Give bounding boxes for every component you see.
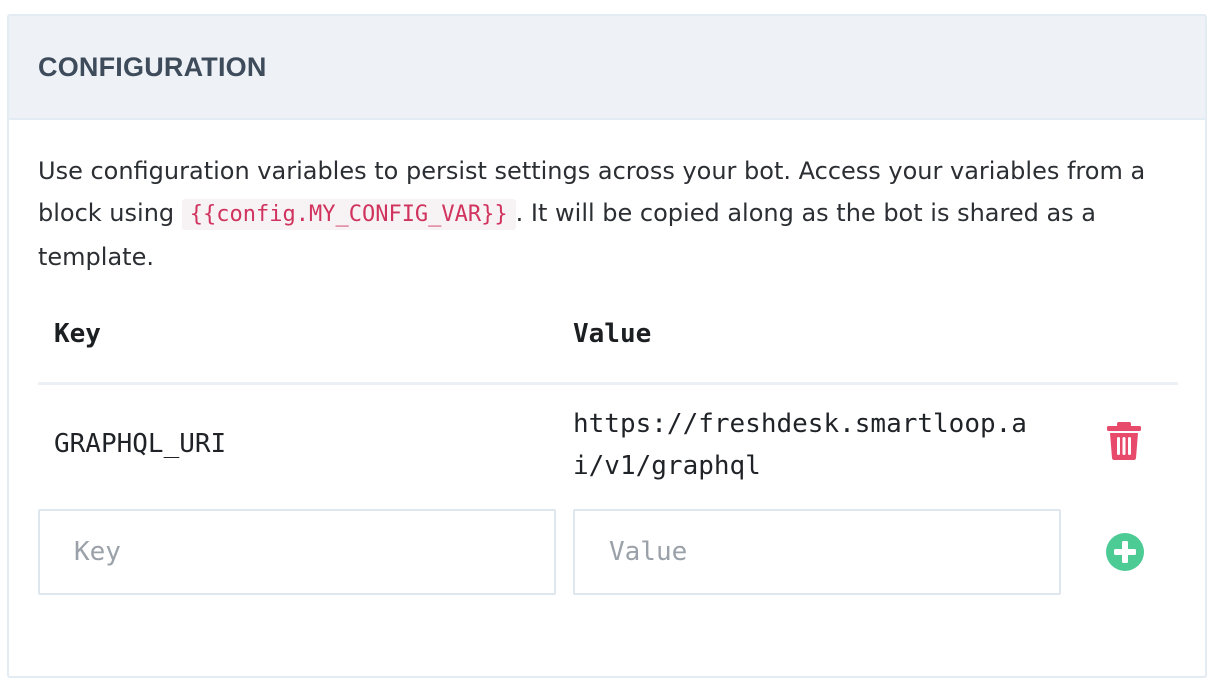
trash-icon xyxy=(1107,422,1141,460)
panel-header: CONFIGURATION xyxy=(9,16,1205,120)
configuration-panel: CONFIGURATION Use configuration variable… xyxy=(7,14,1207,678)
table-row: GRAPHQL_URI https://freshdesk.smartloop.… xyxy=(38,385,1178,509)
panel-title: CONFIGURATION xyxy=(38,51,267,82)
plus-circle-icon xyxy=(1106,533,1144,571)
config-variable-code: {{config.MY_CONFIG_VAR}} xyxy=(181,199,516,230)
configuration-description: Use configuration variables to persist s… xyxy=(38,150,1168,278)
column-header-value: Value xyxy=(573,319,652,349)
new-config-row xyxy=(38,509,1178,599)
delete-config-button[interactable] xyxy=(1106,421,1142,461)
column-header-key: Key xyxy=(54,319,101,349)
table-header-row: Key Value xyxy=(38,306,1178,385)
config-key-cell: GRAPHQL_URI xyxy=(54,429,227,459)
config-table: Key Value GRAPHQL_URI https://freshdesk.… xyxy=(38,306,1178,599)
new-value-input[interactable] xyxy=(573,509,1061,595)
panel-body: Use configuration variables to persist s… xyxy=(9,120,1205,278)
config-value-cell: https://freshdesk.smartloop.ai/v1/graphq… xyxy=(573,409,1027,481)
add-config-button[interactable] xyxy=(1106,533,1144,571)
new-key-input[interactable] xyxy=(38,509,556,595)
